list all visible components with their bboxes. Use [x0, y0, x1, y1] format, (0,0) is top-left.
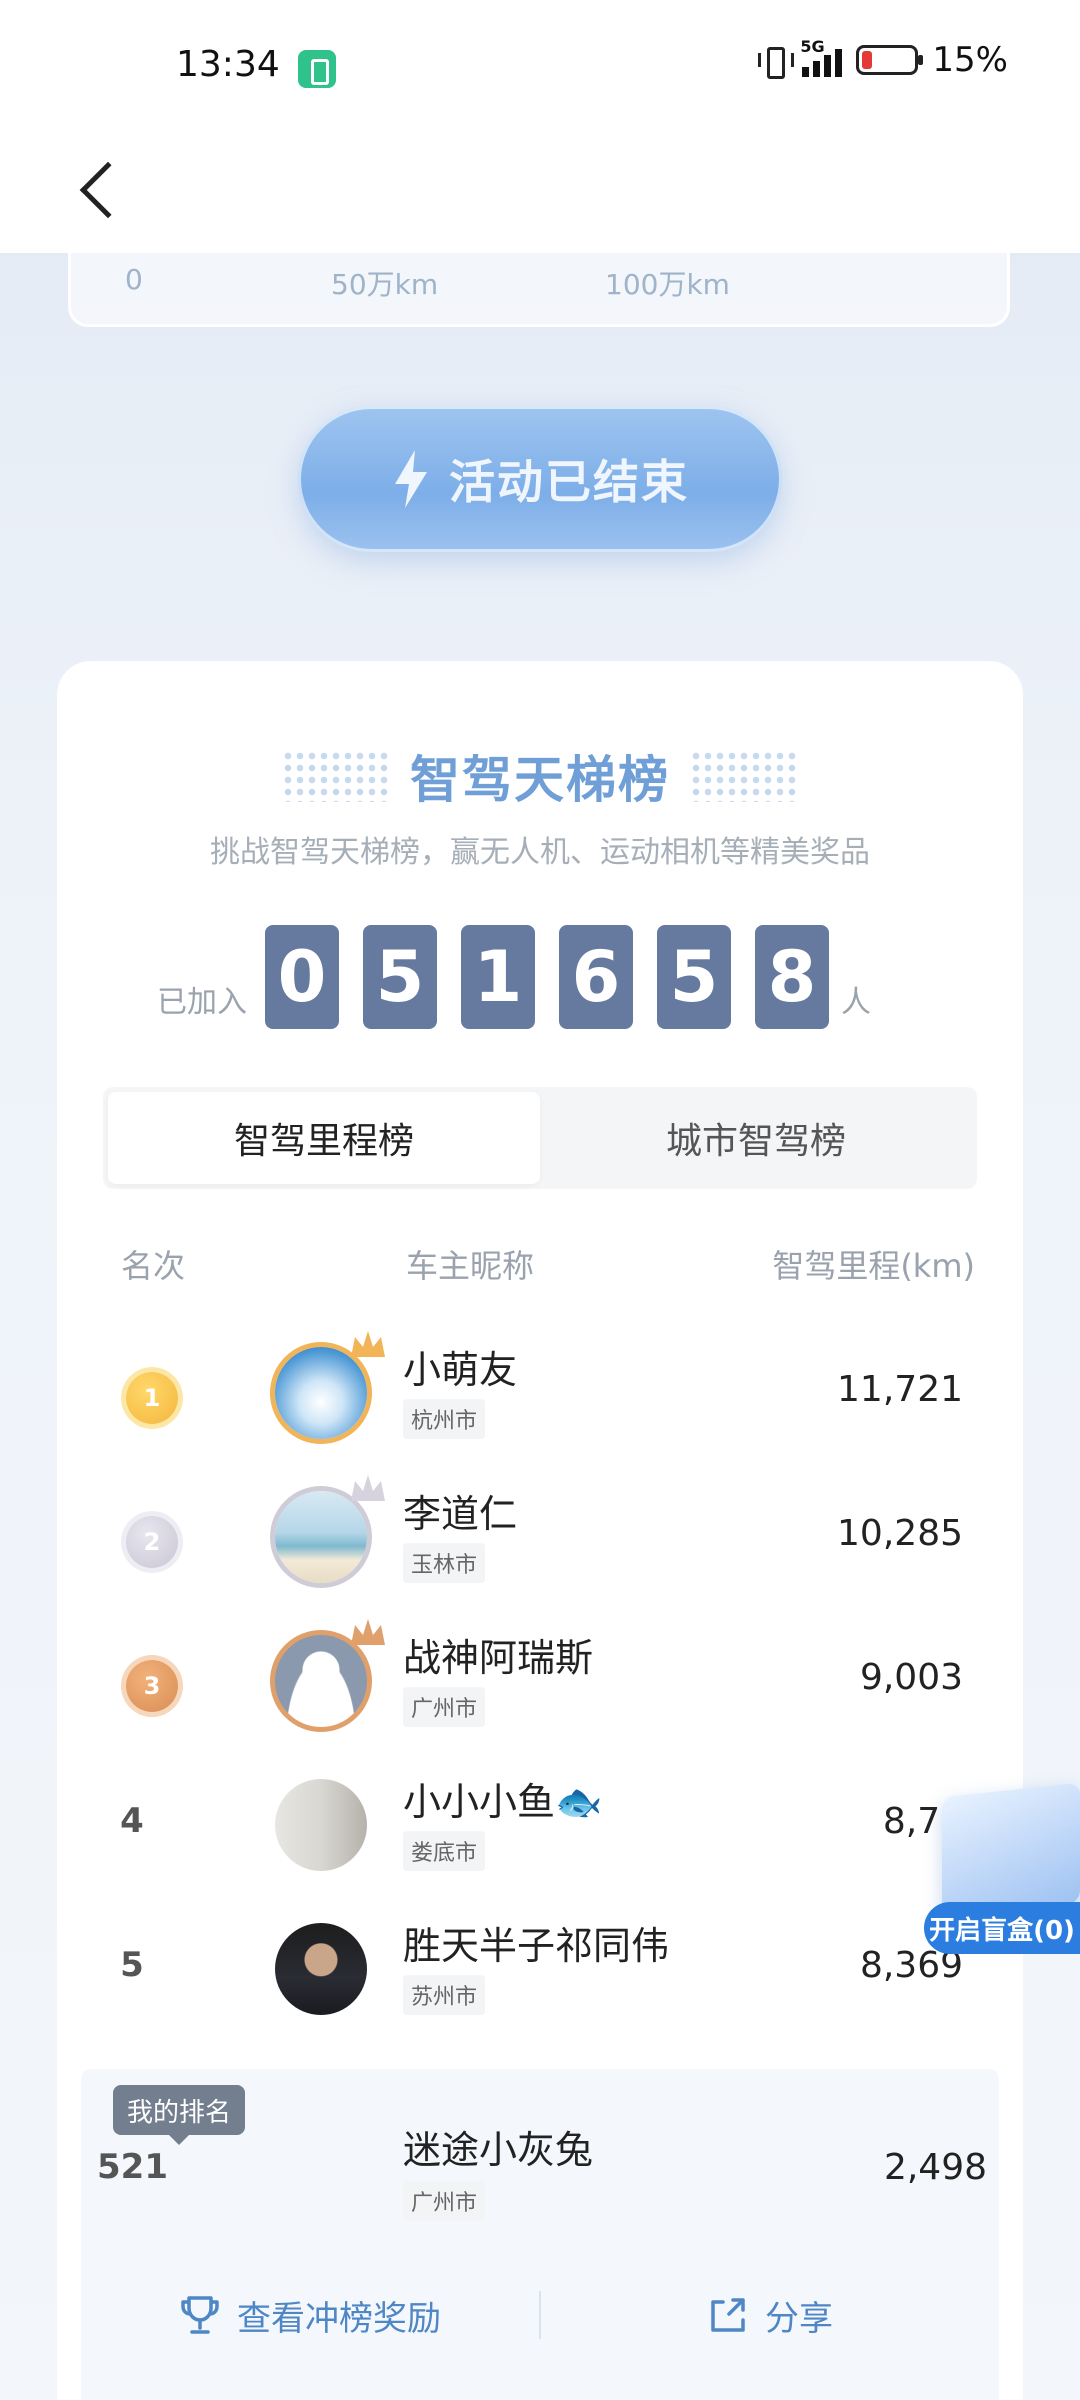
open-blind-box-label: 开启盲盒(0) [924, 1902, 1080, 1954]
mileage-value: 10,285 [837, 1513, 963, 1554]
user-name: 李道仁 [403, 1492, 518, 1536]
battery-saver-icon [298, 50, 336, 88]
my-rank-row[interactable]: 521 迷途小灰兔 广州市 2,498 [57, 2097, 1023, 2227]
progress-card: 0 50万km 100万km [68, 253, 1010, 327]
vibrate-icon [758, 45, 795, 79]
avatar[interactable] [275, 2125, 367, 2217]
crown-icon [351, 1331, 385, 1357]
joined-digit: 6 [559, 925, 633, 1029]
joined-prefix: 已加入 [157, 985, 247, 1020]
lightning-icon [391, 450, 431, 508]
mileage-value: 2,498 [883, 2147, 987, 2188]
city-tag: 杭州市 [403, 1399, 486, 1439]
avatar[interactable] [275, 1635, 367, 1727]
joined-digit: 1 [461, 925, 535, 1029]
column-header-mileage: 智驾里程(km) [772, 1247, 975, 1285]
crown-icon [351, 1619, 385, 1645]
activity-ended-label: 活动已结束 [449, 455, 689, 509]
share-icon [711, 2298, 745, 2332]
network-type: 5G [800, 37, 825, 56]
city-tag: 玉林市 [403, 1543, 486, 1583]
user-name: 战神阿瑞斯 [403, 1636, 594, 1680]
bronze-medal-icon: 3 [126, 1660, 178, 1712]
column-header-rank: 名次 [121, 1247, 186, 1285]
mileage-value: 9,003 [859, 1657, 963, 1698]
ladder-subtitle: 挑战智驾天梯榜，赢无人机、运动相机等精美奖品 [210, 835, 870, 870]
city-tag: 娄底市 [403, 1831, 486, 1871]
joined-digit: 5 [657, 925, 731, 1029]
user-name: 小小小鱼🐟 [403, 1780, 603, 1824]
crown-icon [351, 1475, 385, 1501]
table-row[interactable]: 5 胜天半子祁同伟 苏州市 8,369 [57, 1903, 1023, 2033]
blind-box-widget[interactable]: 开启盲盒(0) [924, 1782, 1080, 1960]
status-icons: 5G 15% [758, 37, 1008, 80]
status-time: 13:34 [176, 44, 280, 85]
progress-label-end: 100万km [605, 268, 730, 301]
view-rewards-label: 查看冲榜奖励 [237, 2298, 441, 2339]
column-header-nickname: 车主昵称 [406, 1247, 535, 1285]
leaderboard-card: 智驾天梯榜 挑战智驾天梯榜，赢无人机、运动相机等精美奖品 已加入 0 5 1 6… [57, 661, 1023, 2400]
rank-number: 5 [120, 1945, 144, 1985]
ladder-title-row: 智驾天梯榜 [57, 741, 1023, 811]
silver-medal-icon: 2 [126, 1516, 178, 1568]
decorative-dots-left [282, 750, 390, 802]
battery-icon [856, 45, 924, 75]
joined-digit: 8 [755, 925, 829, 1029]
rank-number: 4 [120, 1801, 144, 1841]
back-arrow-icon[interactable] [79, 161, 137, 219]
user-name: 小萌友 [403, 1348, 518, 1392]
mileage-value: 11,721 [837, 1369, 963, 1410]
table-row[interactable]: 2 李道仁 玉林市 10,285 [57, 1471, 1023, 1601]
decorative-dots-right [690, 750, 798, 802]
city-tag: 广州市 [403, 2181, 486, 2221]
gold-medal-icon: 1 [126, 1372, 178, 1424]
joined-digit: 5 [363, 925, 437, 1029]
joined-counter: 已加入 0 5 1 6 5 8 人 [157, 925, 871, 1029]
avatar[interactable] [275, 1491, 367, 1583]
joined-digit: 0 [265, 925, 339, 1029]
avatar[interactable] [275, 1347, 367, 1439]
leaderboard-tabs: 智驾里程榜 城市智驾榜 [103, 1087, 977, 1189]
table-row[interactable]: 3 战神阿瑞斯 广州市 9,003 [57, 1615, 1023, 1745]
progress-label-start: 0 [125, 263, 143, 296]
joined-suffix: 人 [841, 985, 871, 1020]
tab-city-ranking[interactable]: 城市智驾榜 [540, 1092, 972, 1184]
gift-box-icon [942, 1782, 1080, 1918]
view-rewards-button[interactable]: 查看冲榜奖励 [81, 2291, 539, 2340]
action-row: 查看冲榜奖励 分享 [81, 2265, 999, 2365]
trophy-icon [181, 2296, 219, 2334]
avatar[interactable] [275, 1923, 367, 2015]
ladder-title: 智驾天梯榜 [410, 751, 670, 809]
user-name: 迷途小灰兔 [403, 2128, 594, 2172]
header [0, 135, 1080, 253]
my-rank-number: 521 [97, 2147, 168, 2187]
avatar[interactable] [275, 1779, 367, 1871]
table-row[interactable]: 1 小萌友 杭州市 11,721 [57, 1327, 1023, 1457]
tab-mileage-ranking[interactable]: 智驾里程榜 [108, 1092, 540, 1184]
share-label: 分享 [765, 2298, 833, 2339]
progress-label-mid: 50万km [331, 268, 439, 301]
table-row[interactable]: 4 小小小鱼🐟 娄底市 8,76 [57, 1759, 1023, 1889]
share-button[interactable]: 分享 [541, 2291, 999, 2340]
my-rank-panel: 我的排名 521 迷途小灰兔 广州市 2,498 查看冲榜奖励 分享 [81, 2069, 999, 2400]
battery-level: 15% [932, 40, 1008, 80]
user-name: 胜天半子祁同伟 [403, 1924, 670, 1968]
city-tag: 苏州市 [403, 1975, 486, 2015]
status-bar: 13:34 5G 15% [0, 0, 1080, 135]
signal-icon: 5G [800, 37, 843, 77]
activity-ended-button[interactable]: 活动已结束 [298, 406, 782, 552]
city-tag: 广州市 [403, 1687, 486, 1727]
